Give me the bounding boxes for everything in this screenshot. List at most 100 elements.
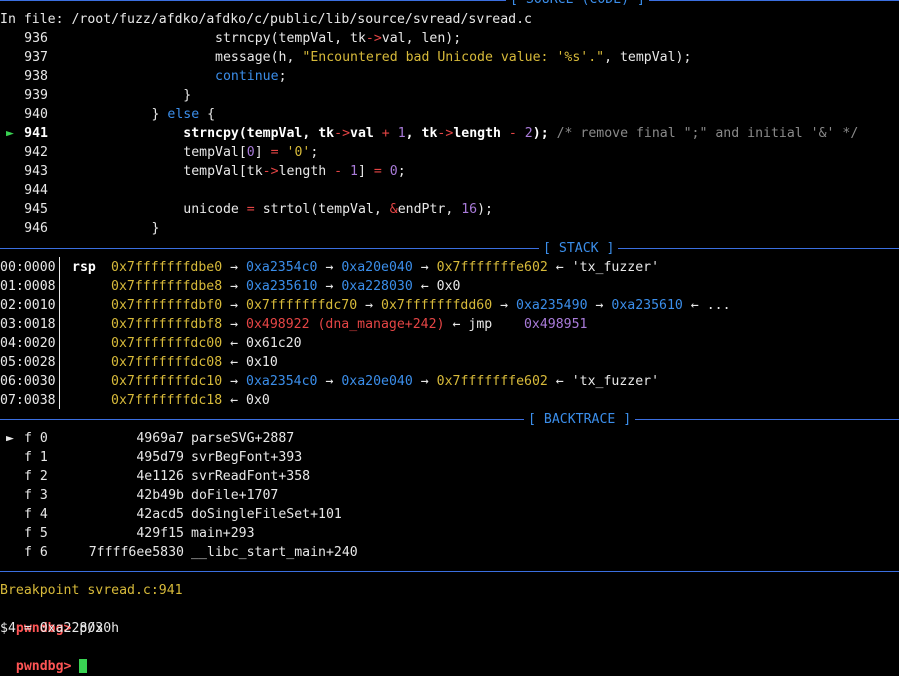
- stack-address: 0x7fffffffdbf0: [111, 298, 223, 313]
- pointer-arrow: ←: [420, 279, 429, 294]
- pointer-arrow: →: [500, 298, 509, 313]
- stack-separator: [59, 257, 60, 409]
- stack-offset: 01:0008: [0, 279, 56, 294]
- code-token: );: [477, 202, 493, 217]
- code-token: strtol(tempVal,: [254, 202, 390, 217]
- stack-address: 0x7fffffffdbf8: [111, 317, 223, 332]
- line-number: 945: [24, 202, 48, 217]
- backtrace-frame[interactable]: f 6 7ffff6ee5830 __libc_start_main+240: [0, 543, 899, 562]
- code-token: val: [350, 126, 382, 141]
- source-line: 942 tempVal[0] = '0';: [0, 143, 899, 162]
- source-header: [ SOURCE (CODE) ]: [506, 0, 649, 9]
- pointer-arrow: →: [230, 298, 239, 313]
- code-token: {: [199, 107, 216, 122]
- code-token: );: [532, 126, 557, 141]
- pointer-arrow: →: [420, 374, 429, 389]
- pointer-value: 0x7fffffffe602: [436, 260, 548, 275]
- code-token: }: [88, 221, 160, 236]
- line-number: 936: [24, 31, 48, 46]
- code-token: 1: [397, 126, 406, 141]
- command-result: $4 = 0xa228030: [0, 621, 112, 636]
- source-divider: [0, 0, 899, 1]
- backtrace-frame[interactable]: f 5 429f15 main+293: [0, 524, 899, 543]
- pointer-arrow: →: [325, 279, 334, 294]
- code-token: }: [88, 107, 168, 122]
- input-line[interactable]: pwndbg>: [0, 638, 88, 674]
- pointer-value: 0x7fffffffe602: [436, 374, 548, 389]
- backtrace-frame[interactable]: f 2 4e1126 svrReadFont+358: [0, 467, 899, 486]
- terminal-cursor[interactable]: [79, 659, 88, 673]
- code-token: continue: [215, 69, 279, 84]
- stack-chain: 0x7fffffffdbe8 → 0xa235610 → 0xa228030 ←…: [111, 277, 461, 296]
- code-token: ->: [334, 126, 351, 141]
- line-number: 941: [24, 126, 48, 141]
- source-file-label: In file: /root/fuzz/afdko/afdko/c/public…: [0, 12, 532, 27]
- next-prompt: pwndbg>: [15, 659, 72, 674]
- code-token: ;: [397, 164, 406, 179]
- current-line-marker: ►: [6, 126, 14, 141]
- pointer-arrow: ←: [230, 355, 239, 370]
- code-token: length: [278, 164, 335, 179]
- code-token: , tempVal);: [604, 50, 692, 65]
- code-token: 0: [246, 145, 255, 160]
- frame-address: 4969a7: [136, 431, 184, 446]
- source-line: 939 }: [0, 86, 899, 105]
- frame-address: 7ffff6ee5830: [88, 545, 184, 560]
- stack-offset: 07:0038: [0, 393, 56, 408]
- source-line: ► 941 strncpy(tempVal, tk->val + 1, tk->l…: [0, 124, 899, 143]
- source-line: 943 tempVal[tk->length - 1] = 0;: [0, 162, 899, 181]
- code-token: -: [334, 164, 343, 179]
- code-token: =: [246, 202, 255, 217]
- stack-offset: 06:0030: [0, 374, 56, 389]
- pointer-value: 0x0: [436, 279, 461, 294]
- frame-symbol: doSingleFileSet+101: [191, 507, 342, 522]
- backtrace-frame[interactable]: f 1 495d79 svrBegFont+393: [0, 448, 899, 467]
- frame-symbol: doFile+1707: [191, 488, 279, 503]
- backtrace-header: [ BACKTRACE ]: [524, 410, 636, 429]
- line-code: unicode = strtol(tempVal, &endPtr, 16);: [88, 200, 493, 219]
- frame-symbol: svrBegFont+393: [191, 450, 303, 465]
- code-token: 2: [524, 126, 533, 141]
- pointer-value: 0xa235490: [516, 298, 588, 313]
- pointer-arrow: →: [230, 317, 239, 332]
- line-number: 944: [24, 183, 48, 198]
- stack-chain: 0x7fffffffdbe0 → 0xa2354c0 → 0xa20e040 →…: [111, 258, 659, 277]
- source-line: 938 continue;: [0, 67, 899, 86]
- pointer-value: 'tx_fuzzer': [571, 374, 660, 389]
- frame-index: f 5: [24, 526, 48, 541]
- stack-chain: 0x7fffffffdc00 ← 0x61c20: [111, 334, 302, 353]
- frame-address: 42b49b: [136, 488, 184, 503]
- stack-register: rsp: [72, 260, 96, 275]
- backtrace-frame[interactable]: f 3 42b49b doFile+1707: [0, 486, 899, 505]
- source-line: 944: [0, 181, 899, 200]
- console-divider: [0, 571, 899, 572]
- line-number: 943: [24, 164, 48, 179]
- code-token: val, len);: [381, 31, 462, 46]
- code-token: strncpy(tempVal, tk: [88, 31, 366, 46]
- pointer-value: 0xa2354c0: [246, 260, 318, 275]
- code-token: "Encountered bad Unicode value: '%s'.": [302, 50, 605, 65]
- stack-offset: 04:0020: [0, 336, 56, 351]
- code-token: ;: [310, 145, 319, 160]
- backtrace-divider: [0, 419, 899, 420]
- pointer-arrow: →: [420, 260, 429, 275]
- breakpoint-message: Breakpoint svread.c:941: [0, 583, 183, 598]
- backtrace-frame[interactable]: f 4 42acd5 doSingleFileSet+101: [0, 505, 899, 524]
- pointer-value: 0xa20e040: [341, 260, 413, 275]
- code-token: 0: [389, 164, 398, 179]
- code-token: -: [508, 126, 517, 141]
- code-token: message(h,: [88, 50, 303, 65]
- code-token: else: [167, 107, 200, 122]
- code-token: length: [453, 126, 509, 141]
- line-number: 940: [24, 107, 48, 122]
- pointer-value: 0x498951: [523, 317, 588, 332]
- pointer-value: ...: [706, 298, 731, 313]
- backtrace-frame[interactable]: ► f 0 4969a7 parseSVG+2887: [0, 429, 899, 448]
- code-token: unicode: [88, 202, 247, 217]
- code-token: ->: [365, 31, 382, 46]
- frame-address: 495d79: [136, 450, 184, 465]
- code-token: &: [389, 202, 398, 217]
- code-token: ]: [254, 145, 271, 160]
